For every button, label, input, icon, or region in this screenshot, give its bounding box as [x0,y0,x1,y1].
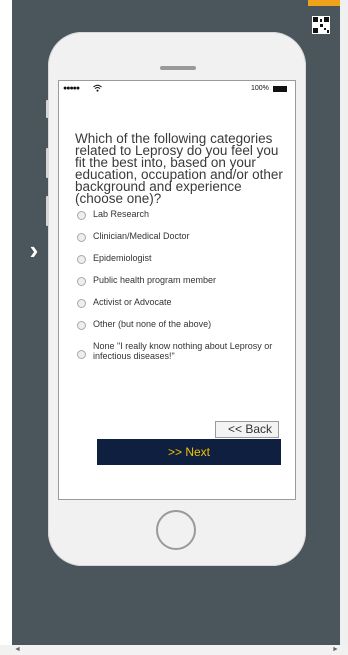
option-clinician[interactable]: Clinician/Medical Doctor [77,231,287,242]
next-page-arrow-icon[interactable]: › [22,236,46,264]
option-lab-research[interactable]: Lab Research [77,209,287,220]
radio-button[interactable] [77,233,86,242]
right-scrollbar-track[interactable] [340,0,348,645]
horizontal-scrollbar[interactable] [0,645,348,655]
option-label: Epidemiologist [93,253,152,263]
back-button[interactable]: << Back [215,421,279,438]
survey-question: Which of the following categories relate… [75,131,283,206]
phone-frame: ●●●●● 100% Which of the following catego… [48,32,306,566]
radio-button[interactable] [77,299,86,308]
top-accent-bar [308,0,340,6]
option-label: None "I really know nothing about Lepros… [93,341,273,361]
qr-code-icon[interactable] [312,16,330,34]
radio-button[interactable] [77,350,86,359]
signal-strength-icon: ●●●●● [63,85,80,92]
radio-button[interactable] [77,321,86,330]
wifi-icon [93,84,102,92]
phone-speaker [160,66,196,70]
scroll-right-arrow-icon[interactable]: ► [332,646,339,653]
radio-button[interactable] [77,277,86,286]
phone-screen: ●●●●● 100% Which of the following catego… [58,80,296,500]
next-button[interactable]: >> Next [97,439,281,465]
option-label: Activist or Advocate [93,297,172,307]
battery-icon [273,86,287,92]
option-label: Other (but none of the above) [93,319,212,329]
option-none[interactable]: None "I really know nothing about Lepros… [77,341,287,361]
option-label: Lab Research [93,209,150,219]
radio-button[interactable] [77,255,86,264]
status-bar: ●●●●● 100% [63,83,291,95]
option-other[interactable]: Other (but none of the above) [77,319,287,330]
option-public-health[interactable]: Public health program member [77,275,287,286]
option-epidemiologist[interactable]: Epidemiologist [77,253,287,264]
scroll-left-arrow-icon[interactable]: ◄ [14,646,21,653]
radio-button[interactable] [77,211,86,220]
home-button [156,510,196,550]
battery-percentage: 100% [251,85,269,92]
option-label: Clinician/Medical Doctor [93,231,190,241]
option-activist[interactable]: Activist or Advocate [77,297,287,308]
option-label: Public health program member [93,275,217,285]
